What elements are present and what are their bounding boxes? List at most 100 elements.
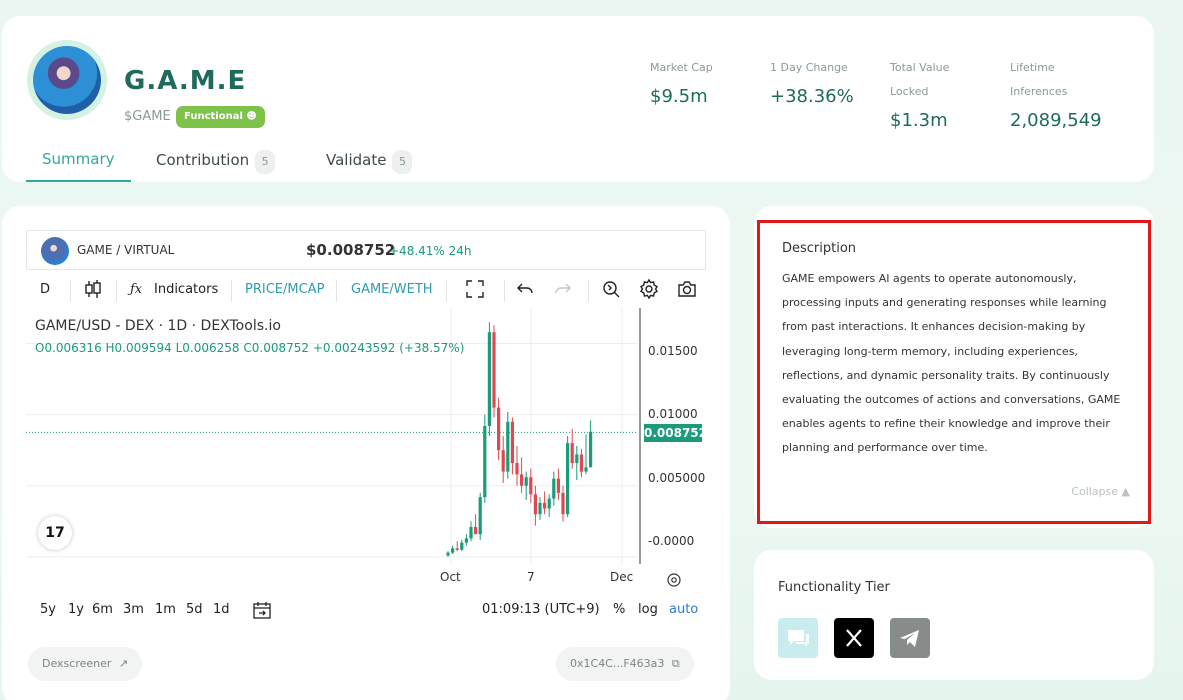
pair-label: GAME / VIRTUAL <box>77 243 175 257</box>
range-1y[interactable]: 1y <box>68 602 84 617</box>
y-tick-label: 0.005000 <box>648 471 706 485</box>
range-5d[interactable]: 5d <box>186 602 203 617</box>
candle-body <box>497 407 501 451</box>
candle-body <box>566 443 570 515</box>
candle-body <box>575 454 579 464</box>
functionality-tier-card: Functionality Tier <box>754 550 1154 680</box>
description-title: Description <box>782 241 857 256</box>
candle-body <box>451 548 455 553</box>
range-1d[interactable]: 1d <box>213 602 230 617</box>
percent-toggle[interactable]: % <box>613 602 625 617</box>
stat-inferences: Lifetime Inferences 2,089,549 <box>1010 61 1102 131</box>
candle-body <box>515 463 519 475</box>
log-toggle[interactable]: log <box>638 602 658 617</box>
y-tick-label: 0.01000 <box>648 407 698 421</box>
pair-change: +48.41% 24h <box>389 244 472 258</box>
x-tick-label: 7 <box>527 570 535 584</box>
candle-body <box>446 552 450 556</box>
candle-body <box>589 431 593 468</box>
tab-summary[interactable]: Summary <box>26 144 131 182</box>
camera-icon[interactable] <box>676 278 698 300</box>
copy-icon[interactable]: ⧉ <box>672 657 680 670</box>
candle-body <box>552 478 556 499</box>
time-range-bar: 5y 1y 6m 3m 1m 5d 1d 01:09:13 (UTC+9) % … <box>26 598 706 622</box>
candle-body <box>570 443 574 464</box>
candle-body <box>460 542 464 550</box>
candle-body <box>561 492 565 515</box>
redo-icon[interactable] <box>552 278 574 300</box>
tab-count: 5 <box>255 150 276 174</box>
candle-body <box>487 332 491 427</box>
candle-type-icon[interactable] <box>82 278 104 300</box>
auto-toggle[interactable]: auto <box>669 602 698 617</box>
tab-contribution[interactable]: Contribution 5 <box>156 144 276 182</box>
interval-button[interactable]: D <box>40 282 50 297</box>
x-twitter-icon[interactable] <box>834 618 874 658</box>
range-3m[interactable]: 3m <box>123 602 144 617</box>
token-ticker: $GAME <box>124 109 171 124</box>
candle-body <box>501 450 505 472</box>
candle-body <box>492 332 496 408</box>
settings-gear-icon[interactable] <box>638 278 660 300</box>
candle-body <box>547 498 551 509</box>
chart-topbar: GAME / VIRTUAL $0.008752 +48.41% 24h <box>26 230 706 270</box>
date-range-icon[interactable] <box>252 600 272 620</box>
candle-body <box>543 502 547 509</box>
external-link-icon: ↗ <box>118 657 129 670</box>
candle-body <box>529 477 533 495</box>
candle-body <box>520 474 524 486</box>
candle-body <box>524 477 528 486</box>
candle-body <box>506 421 510 472</box>
token-avatar <box>27 40 107 120</box>
fx-icon[interactable]: ƒx <box>130 282 142 297</box>
tradingview-logo-icon[interactable]: 17 <box>38 516 72 550</box>
range-1m[interactable]: 1m <box>155 602 176 617</box>
stat-market-cap: Market Cap $9.5m <box>650 61 713 107</box>
price-mcap-toggle[interactable]: PRICE/MCAP <box>245 282 324 297</box>
price-chart[interactable]: GAME/USD - DEX · 1D · DEXTools.io O0.006… <box>26 308 708 587</box>
token-name: G.A.M.E <box>124 66 247 96</box>
candle-body <box>483 426 487 498</box>
candle-body <box>464 538 468 543</box>
chart-card: GAME / VIRTUAL $0.008752 +48.41% 24h D ƒ… <box>2 206 730 700</box>
pair-switch-toggle[interactable]: GAME/WETH <box>351 282 433 297</box>
candle-body <box>455 548 459 550</box>
chart-title: GAME/USD - DEX · 1D · DEXTools.io <box>35 318 281 334</box>
chat-icon[interactable] <box>778 618 818 658</box>
candle-body <box>538 502 542 515</box>
range-6m[interactable]: 6m <box>92 602 113 617</box>
fullscreen-icon[interactable] <box>464 278 486 300</box>
indicators-button[interactable]: Indicators <box>154 282 218 297</box>
functionality-title: Functionality Tier <box>778 580 890 595</box>
quick-search-icon[interactable] <box>600 278 622 300</box>
stat-tvl: Total Value Locked $1.3m <box>890 61 950 131</box>
candle-body <box>556 478 560 493</box>
description-card: Description GAME empowers AI agents to o… <box>754 206 1154 528</box>
candle-body <box>510 421 514 464</box>
candle-body <box>474 527 478 535</box>
telegram-icon[interactable] <box>890 618 930 658</box>
user-icon: ☻ <box>246 111 257 122</box>
dexscreener-link[interactable]: Dexscreener ↗ <box>28 647 143 681</box>
caret-up-icon: ▲ <box>1121 485 1130 498</box>
contract-address-pill[interactable]: 0x1C4C...F463a3 ⧉ <box>556 647 694 681</box>
undo-icon[interactable] <box>514 278 536 300</box>
tab-count: 5 <box>392 150 413 174</box>
stat-day-change: 1 Day Change +38.36% <box>770 61 854 107</box>
chart-toolbar: D ƒx Indicators PRICE/MCAP GAME/WETH <box>26 276 706 306</box>
pair-icon <box>41 237 69 265</box>
tab-validate[interactable]: Validate 5 <box>326 144 413 182</box>
candle-body <box>533 494 537 515</box>
last-price-tag: 0.008752 <box>644 424 708 442</box>
range-5y[interactable]: 5y <box>40 602 56 617</box>
x-tick-label: Oct <box>440 570 461 584</box>
token-header-card: G.A.M.E $GAME Functional ☻ Market Cap $9… <box>2 16 1154 182</box>
candle-body <box>478 497 482 535</box>
functional-badge[interactable]: Functional ☻ <box>176 106 265 128</box>
candle-body <box>584 467 588 472</box>
collapse-button[interactable]: Collapse ▲ <box>1071 485 1130 498</box>
candle-body <box>469 527 473 539</box>
y-tick-label: 0.01500 <box>648 344 698 358</box>
pair-price: $0.008752 <box>306 241 396 259</box>
axis-settings-icon[interactable] <box>666 572 682 588</box>
